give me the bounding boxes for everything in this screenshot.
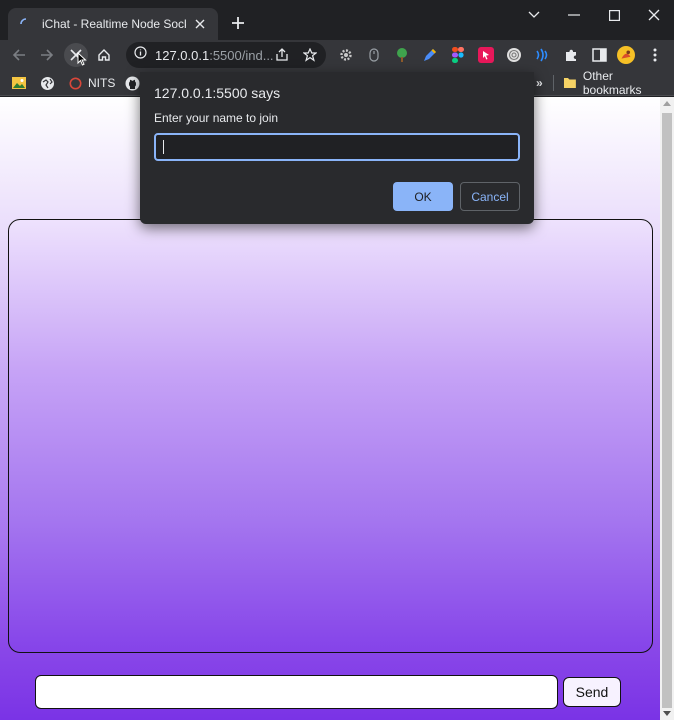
profile-avatar-icon[interactable] bbox=[617, 46, 635, 64]
new-tab-icon[interactable] bbox=[228, 13, 248, 33]
mouse-cursor-icon bbox=[77, 51, 87, 71]
nits-logo-icon bbox=[69, 77, 82, 89]
loading-spinner-icon bbox=[18, 16, 34, 32]
text-caret bbox=[163, 140, 164, 154]
send-button[interactable]: Send bbox=[563, 677, 621, 707]
browser-tab[interactable]: iChat - Realtime Node Socket.io ( bbox=[8, 8, 218, 40]
message-input[interactable] bbox=[35, 675, 558, 709]
browser-menu-icon[interactable] bbox=[646, 46, 664, 64]
address-bar[interactable]: 127.0.0.1:5500/ind... bbox=[126, 42, 326, 68]
fingerprint-extension-icon[interactable] bbox=[505, 46, 523, 64]
scroll-up-arrow-icon[interactable] bbox=[663, 101, 671, 106]
chat-message-container bbox=[8, 219, 653, 653]
forward-icon[interactable] bbox=[35, 43, 59, 67]
minimize-icon[interactable] bbox=[554, 0, 594, 30]
page-scrollbar[interactable] bbox=[660, 97, 674, 720]
bookmark-globe-icon[interactable] bbox=[40, 74, 55, 92]
other-bookmarks-label: Other bookmarks bbox=[582, 69, 642, 97]
name-input[interactable] bbox=[154, 133, 520, 161]
pen-extension-icon[interactable] bbox=[421, 46, 439, 64]
ok-button[interactable]: OK bbox=[393, 182, 453, 211]
bookmarks-divider bbox=[553, 75, 554, 91]
share-icon[interactable] bbox=[273, 46, 291, 64]
home-icon[interactable] bbox=[92, 43, 116, 67]
scroll-down-arrow-icon[interactable] bbox=[663, 711, 671, 716]
site-info-icon[interactable] bbox=[134, 46, 147, 64]
scroll-thumb[interactable] bbox=[662, 113, 672, 708]
tab-search-icon[interactable] bbox=[514, 0, 554, 30]
side-panel-icon[interactable] bbox=[590, 46, 608, 64]
bookmark-github-icon[interactable] bbox=[125, 74, 140, 92]
browser-toolbar: 127.0.0.1:5500/ind... bbox=[0, 40, 674, 70]
url-path: :5500/ind... bbox=[209, 47, 274, 63]
tab-strip: iChat - Realtime Node Socket.io ( bbox=[0, 0, 674, 40]
window-close-icon[interactable] bbox=[634, 0, 674, 30]
maximize-icon[interactable] bbox=[594, 0, 634, 30]
bookmarks-overflow[interactable]: » bbox=[536, 74, 543, 92]
dialog-title: 127.0.0.1:5500 says bbox=[154, 85, 281, 101]
cancel-button[interactable]: Cancel bbox=[460, 182, 520, 211]
back-icon[interactable] bbox=[7, 43, 31, 67]
extensions-puzzle-icon[interactable] bbox=[562, 46, 580, 64]
mouse-extension-icon[interactable] bbox=[365, 46, 383, 64]
gear-extension-icon[interactable] bbox=[337, 46, 355, 64]
other-bookmarks[interactable]: Other bookmarks bbox=[563, 69, 674, 97]
tab-title: iChat - Realtime Node Socket.io ( bbox=[42, 17, 186, 31]
url-text: 127.0.0.1:5500/ind... bbox=[155, 48, 274, 63]
cursor-extension-icon[interactable] bbox=[477, 46, 495, 64]
bookmark-nits-label: NITS bbox=[88, 76, 116, 90]
folder-icon bbox=[563, 78, 576, 88]
bookmark-nits[interactable]: NITS bbox=[69, 74, 115, 92]
prompt-dialog: 127.0.0.1:5500 says Enter your name to j… bbox=[140, 72, 534, 224]
dialog-message: Enter your name to join bbox=[154, 111, 279, 125]
bookmark-star-icon[interactable] bbox=[301, 46, 319, 64]
close-icon[interactable] bbox=[192, 16, 208, 32]
bookmark-image-icon[interactable] bbox=[11, 74, 27, 92]
url-host: 127.0.0.1 bbox=[155, 47, 210, 63]
tree-extension-icon[interactable] bbox=[393, 46, 411, 64]
figma-extension-icon[interactable] bbox=[449, 46, 467, 64]
bookmarks-overflow-label: » bbox=[536, 76, 543, 90]
wave-extension-icon[interactable] bbox=[533, 46, 551, 64]
